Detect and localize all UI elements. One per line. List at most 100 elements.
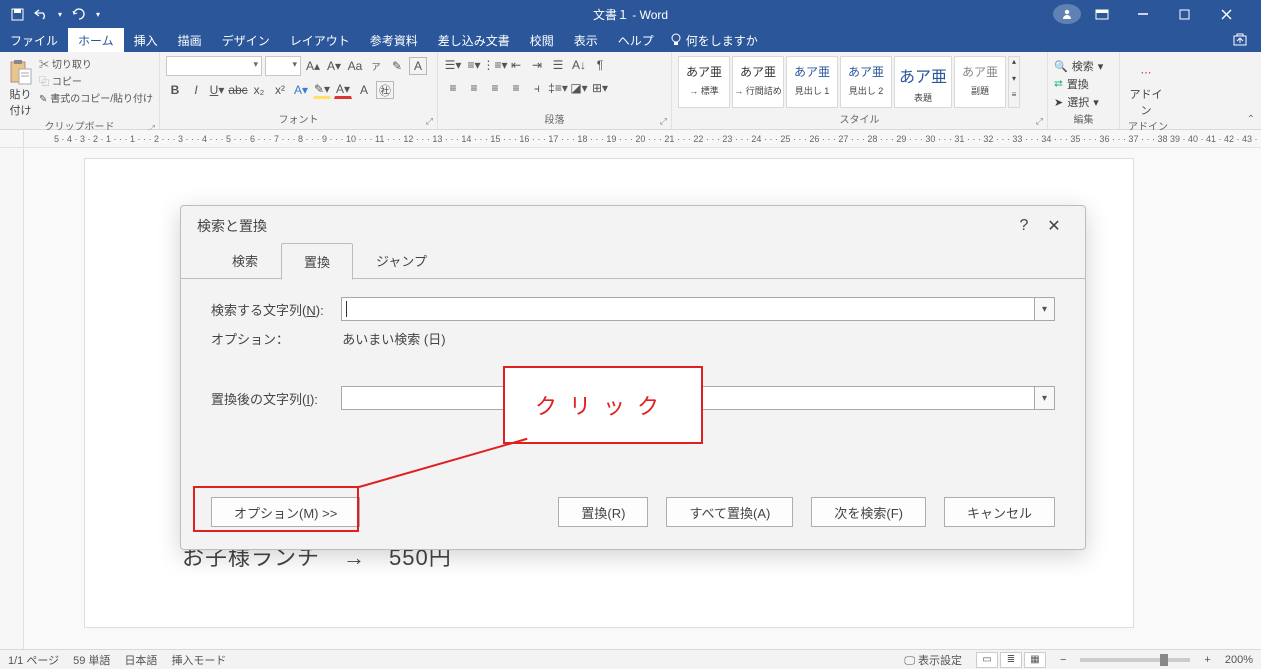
highlight-icon[interactable]: ✎▾ bbox=[313, 81, 331, 99]
find-what-input[interactable]: ▾ bbox=[341, 297, 1055, 321]
dialog-launcher-icon[interactable]: ⤢ bbox=[660, 116, 667, 127]
decrease-indent-icon[interactable]: ⇤ bbox=[507, 56, 525, 74]
bullets-icon[interactable]: ☰▾ bbox=[444, 56, 462, 74]
paste-button[interactable]: 貼り付け bbox=[6, 56, 35, 118]
format-painter-button[interactable]: ✎ 書式のコピー/貼り付け bbox=[39, 90, 153, 105]
addin-button[interactable]: ⋯ アドイン bbox=[1126, 56, 1166, 118]
font-size-combo[interactable] bbox=[265, 56, 301, 76]
style-heading1[interactable]: あア亜見出し 1 bbox=[786, 56, 838, 108]
replace-button[interactable]: ⮂置換 bbox=[1054, 76, 1103, 92]
print-view-icon[interactable]: ≣ bbox=[1000, 652, 1022, 668]
ribbon-display-icon[interactable] bbox=[1095, 9, 1123, 20]
borders-icon[interactable]: ⊞▾ bbox=[591, 79, 609, 97]
zoom-slider[interactable] bbox=[1080, 658, 1190, 662]
horizontal-ruler[interactable]: 5 · 4 · 3 · 2 · 1 · · · 1 · · · 2 · · · … bbox=[24, 130, 1261, 147]
select-button[interactable]: ➤選択 ▾ bbox=[1054, 94, 1103, 110]
phonetic-guide-icon[interactable]: ア bbox=[367, 57, 385, 75]
tab-layout[interactable]: レイアウト bbox=[280, 28, 360, 52]
bold-icon[interactable]: B bbox=[166, 81, 184, 99]
dropdown-icon[interactable]: ▾ bbox=[1034, 298, 1054, 320]
tab-help[interactable]: ヘルプ bbox=[608, 28, 664, 52]
dialog-tab-find[interactable]: 検索 bbox=[209, 242, 281, 279]
replace-all-button[interactable]: すべて置換(A) bbox=[666, 497, 793, 527]
dialog-launcher-icon[interactable]: ⤢ bbox=[1036, 116, 1043, 127]
underline-icon[interactable]: U▾ bbox=[208, 81, 226, 99]
dropdown-icon[interactable]: ▾ bbox=[1034, 387, 1054, 409]
multilist-icon[interactable]: ⋮≡▾ bbox=[486, 56, 504, 74]
tab-review[interactable]: 校閲 bbox=[520, 28, 564, 52]
close-icon[interactable] bbox=[1221, 9, 1249, 20]
copy-button[interactable]: ⿻ コピー bbox=[39, 73, 153, 88]
tab-insert[interactable]: 挿入 bbox=[124, 28, 168, 52]
clear-format-icon[interactable]: ✎ bbox=[388, 57, 406, 75]
user-avatar-icon[interactable] bbox=[1053, 4, 1081, 24]
help-icon[interactable]: ? bbox=[1009, 217, 1039, 235]
distribute-icon[interactable]: ⫞ bbox=[528, 79, 546, 97]
tab-mailings[interactable]: 差し込み文書 bbox=[428, 28, 520, 52]
text-direction-icon[interactable]: ☰ bbox=[549, 56, 567, 74]
change-case-icon[interactable]: Aa bbox=[346, 57, 364, 75]
text-effects-icon[interactable]: A▾ bbox=[292, 81, 310, 99]
cancel-button[interactable]: キャンセル bbox=[944, 497, 1055, 527]
insert-mode[interactable]: 挿入モード bbox=[171, 652, 226, 668]
zoom-in-icon[interactable]: + bbox=[1204, 654, 1210, 666]
tab-view[interactable]: 表示 bbox=[564, 28, 608, 52]
undo-dropdown-icon[interactable]: ▾ bbox=[58, 10, 62, 19]
numbering-icon[interactable]: ≡▾ bbox=[465, 56, 483, 74]
align-right-icon[interactable]: ≡ bbox=[486, 79, 504, 97]
tab-file[interactable]: ファイル bbox=[0, 28, 68, 52]
dialog-tab-goto[interactable]: ジャンプ bbox=[353, 242, 450, 279]
find-next-button[interactable]: 次を検索(F) bbox=[811, 497, 926, 527]
style-subtitle[interactable]: あア亜副題 bbox=[954, 56, 1006, 108]
qat-customize-icon[interactable]: ▾ bbox=[96, 10, 100, 19]
char-shading-icon[interactable]: A bbox=[355, 81, 373, 99]
line-spacing-icon[interactable]: ‡≡▾ bbox=[549, 79, 567, 97]
tell-me[interactable]: 何をしますか bbox=[670, 28, 758, 52]
italic-icon[interactable]: I bbox=[187, 81, 205, 99]
dialog-tab-replace[interactable]: 置換 bbox=[281, 243, 353, 280]
zoom-out-icon[interactable]: − bbox=[1060, 654, 1066, 666]
style-up-icon[interactable]: ▴ bbox=[1009, 57, 1019, 74]
web-view-icon[interactable]: ▦ bbox=[1024, 652, 1046, 668]
tab-draw[interactable]: 描画 bbox=[168, 28, 212, 52]
tab-design[interactable]: デザイン bbox=[212, 28, 280, 52]
redo-icon[interactable] bbox=[72, 7, 86, 21]
style-more-icon[interactable]: ≡ bbox=[1009, 90, 1019, 107]
collapse-ribbon-icon[interactable]: ⌃ bbox=[1247, 114, 1255, 125]
subscript-icon[interactable]: x₂ bbox=[250, 81, 268, 99]
show-marks-icon[interactable]: ¶ bbox=[591, 56, 609, 74]
vertical-ruler[interactable] bbox=[0, 148, 24, 649]
align-center-icon[interactable]: ≡ bbox=[465, 79, 483, 97]
increase-indent-icon[interactable]: ⇥ bbox=[528, 56, 546, 74]
find-button[interactable]: 🔍検索 ▾ bbox=[1054, 58, 1103, 74]
display-settings[interactable]: 🖵 表示設定 bbox=[904, 652, 962, 668]
enclose-char-icon[interactable]: ㊓ bbox=[376, 81, 394, 99]
shading-icon[interactable]: ◪▾ bbox=[570, 79, 588, 97]
font-color-icon[interactable]: A▾ bbox=[334, 81, 352, 99]
close-icon[interactable]: ✕ bbox=[1039, 216, 1069, 236]
share-button[interactable] bbox=[1219, 28, 1261, 52]
justify-icon[interactable]: ≡ bbox=[507, 79, 525, 97]
style-down-icon[interactable]: ▾ bbox=[1009, 74, 1019, 91]
read-view-icon[interactable]: ▭ bbox=[976, 652, 998, 668]
style-normal[interactable]: あア亜→ 標準 bbox=[678, 56, 730, 108]
minimize-icon[interactable] bbox=[1137, 8, 1165, 20]
strike-icon[interactable]: abc bbox=[229, 81, 247, 99]
style-heading2[interactable]: あア亜見出し 2 bbox=[840, 56, 892, 108]
undo-icon[interactable] bbox=[34, 7, 48, 21]
dialog-launcher-icon[interactable]: ⤢ bbox=[426, 116, 433, 127]
sort-icon[interactable]: A↓ bbox=[570, 56, 588, 74]
page-count[interactable]: 1/1 ページ bbox=[8, 652, 59, 668]
maximize-icon[interactable] bbox=[1179, 9, 1207, 20]
zoom-level[interactable]: 200% bbox=[1225, 654, 1253, 666]
tab-home[interactable]: ホーム bbox=[68, 28, 124, 52]
superscript-icon[interactable]: x² bbox=[271, 81, 289, 99]
style-title[interactable]: あア亜表題 bbox=[894, 56, 952, 108]
replace-button[interactable]: 置換(R) bbox=[558, 497, 648, 527]
save-icon[interactable] bbox=[10, 7, 24, 21]
char-border-icon[interactable]: A bbox=[409, 57, 427, 75]
word-count[interactable]: 59 単語 bbox=[73, 652, 110, 668]
cut-button[interactable]: ✂ 切り取り bbox=[39, 56, 153, 71]
language[interactable]: 日本語 bbox=[124, 652, 157, 668]
tab-references[interactable]: 参考資料 bbox=[360, 28, 428, 52]
